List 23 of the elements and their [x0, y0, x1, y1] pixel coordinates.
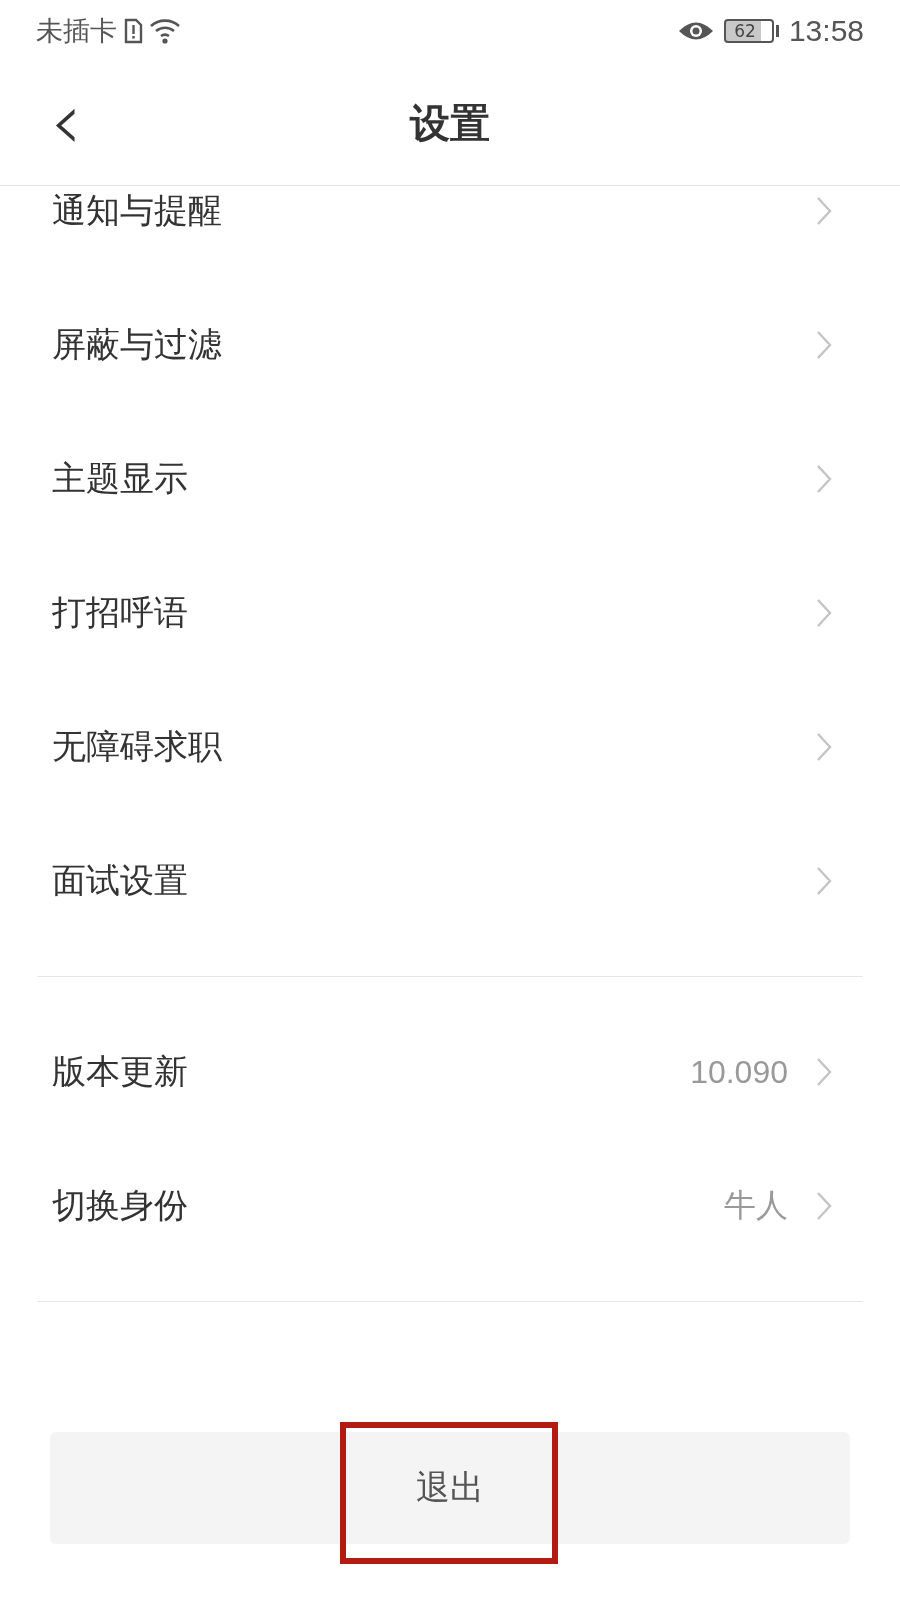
back-button[interactable]: ‹ — [40, 82, 92, 162]
sim-alert-icon — [123, 18, 143, 44]
settings-row[interactable]: 面试设置 — [0, 814, 900, 948]
logout-button[interactable]: 退出 — [50, 1432, 850, 1544]
chevron-right-icon — [816, 866, 832, 896]
chevron-right-icon — [816, 598, 832, 628]
chevron-right-icon — [816, 464, 832, 494]
chevron-right-icon — [816, 1057, 832, 1087]
settings-row[interactable]: 版本更新 10.090 — [0, 1005, 900, 1139]
settings-row[interactable]: 主题显示 — [0, 412, 900, 546]
chevron-right-icon — [816, 196, 832, 226]
eye-icon — [678, 20, 715, 42]
page-title: 设置 — [410, 99, 490, 148]
chevron-right-icon — [816, 1191, 832, 1221]
settings-row[interactable]: 打招呼语 — [0, 546, 900, 680]
chevron-right-icon — [816, 330, 832, 360]
settings-row[interactable]: 屏蔽与过滤 — [0, 278, 900, 412]
clock-time: 13:58 — [788, 14, 864, 48]
settings-row[interactable]: 切换身份 牛人 — [0, 1139, 900, 1273]
settings-row[interactable]: 无障碍求职 — [0, 680, 900, 814]
settings-row[interactable]: 通知与提醒 — [0, 186, 900, 278]
chevron-right-icon — [816, 732, 832, 762]
carrier-text: 未插卡 — [36, 14, 117, 48]
